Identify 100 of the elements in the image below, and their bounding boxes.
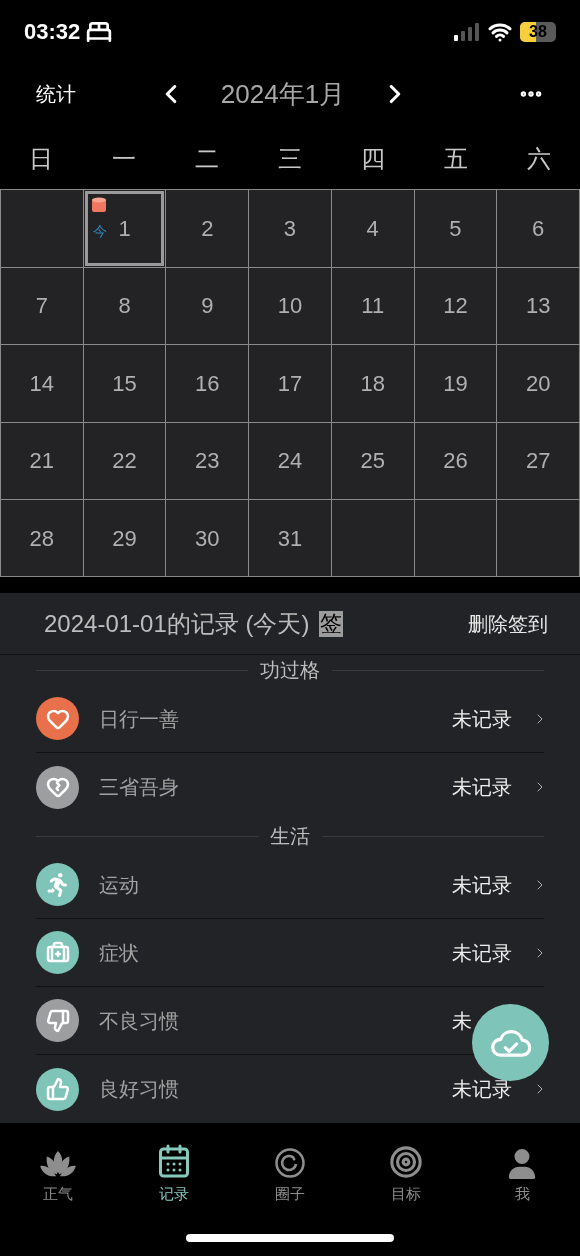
day-cell[interactable]: 14 (2, 346, 82, 421)
day-number: 1 (118, 215, 131, 244)
category-label[interactable]: 日行一善 (99, 703, 452, 734)
day-number: 25 (360, 447, 385, 476)
record-status: 未记录 (452, 1077, 513, 1103)
record-status: 未记录 (452, 706, 513, 732)
day-cell[interactable]: 27 (498, 423, 578, 498)
tab-item[interactable]: 正气 (0, 1141, 116, 1206)
day-number: 4 (366, 215, 379, 244)
day-number: 19 (443, 369, 468, 398)
statistics-button[interactable]: 统计 (36, 79, 156, 110)
day-number: 28 (29, 524, 55, 553)
weekday-label: 一 (111, 144, 138, 175)
signal-icon (454, 22, 480, 41)
day-number: 23 (195, 447, 220, 476)
day-cell[interactable]: 8 (84, 268, 165, 344)
ring-icon (274, 1146, 306, 1179)
day-cell[interactable]: 9 (167, 268, 248, 344)
broken-heart-icon (45, 775, 70, 800)
month-title: 2024年1月 (219, 77, 347, 111)
day-number: 17 (277, 369, 303, 398)
tab-item[interactable]: 我 (464, 1141, 580, 1206)
day-cell[interactable]: 18 (332, 346, 413, 421)
day-number: 30 (195, 524, 220, 553)
target-icon (389, 1144, 423, 1179)
record-title: 2024-01-01的记录 (今天) (44, 608, 310, 639)
day-number: 10 (277, 292, 303, 321)
day-cell[interactable]: 24 (250, 423, 330, 498)
day-cell[interactable]: 23 (167, 423, 248, 498)
day-number: 7 (35, 292, 48, 321)
weekday-label: 四 (359, 144, 386, 175)
section-title: 生活 (270, 824, 310, 850)
day-cell[interactable]: 31 (250, 500, 330, 576)
weekday-label: 五 (442, 144, 469, 175)
day-number: 18 (360, 369, 385, 398)
day-cell[interactable]: 16 (167, 346, 248, 421)
day-number: 5 (449, 215, 462, 244)
day-number: 9 (201, 292, 214, 321)
user-icon (508, 1148, 536, 1179)
day-cell[interactable]: 13 (498, 268, 578, 344)
day-number: 15 (112, 369, 137, 398)
day-number: 21 (29, 447, 55, 476)
tab-item[interactable]: 记录 (116, 1141, 232, 1206)
day-number: 24 (277, 447, 303, 476)
day-cell[interactable]: 4 (332, 191, 413, 266)
category-label[interactable]: 三省吾身 (99, 772, 452, 803)
thumbs-up-icon (45, 1077, 70, 1102)
delete-checkin-button[interactable]: 删除签到 (468, 608, 548, 639)
day-cell[interactable]: 19 (415, 346, 496, 421)
day-cell[interactable]: 3 (250, 191, 330, 266)
day-cell[interactable]: 5 (415, 191, 496, 266)
day-cell[interactable]: 29 (84, 500, 165, 576)
record-status: 未记录 (452, 775, 513, 801)
day-cell[interactable]: 12 (415, 268, 496, 344)
weekday-label: 六 (525, 144, 552, 175)
calendar-icon (156, 1142, 192, 1179)
tab-item[interactable]: 圈子 (232, 1141, 348, 1206)
weekday-label: 日 (28, 144, 55, 175)
weekday-label: 二 (194, 144, 221, 175)
day-cell[interactable]: 11 (332, 268, 413, 344)
day-number: 14 (29, 369, 55, 398)
category-label[interactable]: 不良习惯 (99, 1005, 452, 1036)
day-number: 29 (112, 524, 137, 553)
day-cell[interactable]: 15 (84, 346, 165, 421)
day-number: 13 (525, 292, 551, 321)
day-cell[interactable]: 6 (498, 191, 578, 266)
tab-item[interactable]: 目标 (348, 1141, 464, 1206)
day-cell[interactable]: 28 (2, 500, 82, 576)
day-number: 11 (361, 292, 385, 321)
day-cell[interactable]: 25 (332, 423, 413, 498)
day-number: 6 (532, 215, 545, 244)
record-status: 未记录 (452, 940, 513, 966)
today-label: 今 (92, 222, 107, 242)
day-cell[interactable]: 10 (250, 268, 330, 344)
medical-kit-icon (45, 940, 70, 965)
day-number: 26 (443, 447, 468, 476)
record-status: 未 (452, 1008, 473, 1034)
day-cell[interactable]: 今 1 (84, 191, 165, 266)
day-number: 12 (443, 292, 468, 321)
day-cell[interactable]: 22 (84, 423, 165, 498)
day-number: 27 (525, 447, 551, 476)
category-label[interactable]: 症状 (99, 937, 452, 968)
day-number: 8 (118, 292, 131, 321)
day-number: 22 (112, 447, 137, 476)
day-number: 31 (277, 524, 303, 553)
day-number: 3 (283, 215, 297, 244)
day-cell[interactable]: 21 (2, 423, 82, 498)
record-status: 未记录 (452, 872, 513, 898)
category-label[interactable]: 运动 (99, 869, 452, 900)
category-label[interactable]: 良好习惯 (99, 1074, 452, 1105)
day-cell[interactable]: 20 (498, 346, 578, 421)
cloud-check-icon (489, 1027, 532, 1058)
day-cell[interactable]: 17 (250, 346, 330, 421)
day-cell[interactable]: 7 (2, 268, 82, 344)
day-cell[interactable]: 2 (167, 191, 248, 266)
day-cell[interactable]: 26 (415, 423, 496, 498)
signed-badge: 签 (319, 610, 344, 637)
day-cell[interactable]: 30 (167, 500, 248, 576)
weekday-label: 三 (277, 144, 303, 175)
thumbs-down-icon (45, 1008, 70, 1033)
